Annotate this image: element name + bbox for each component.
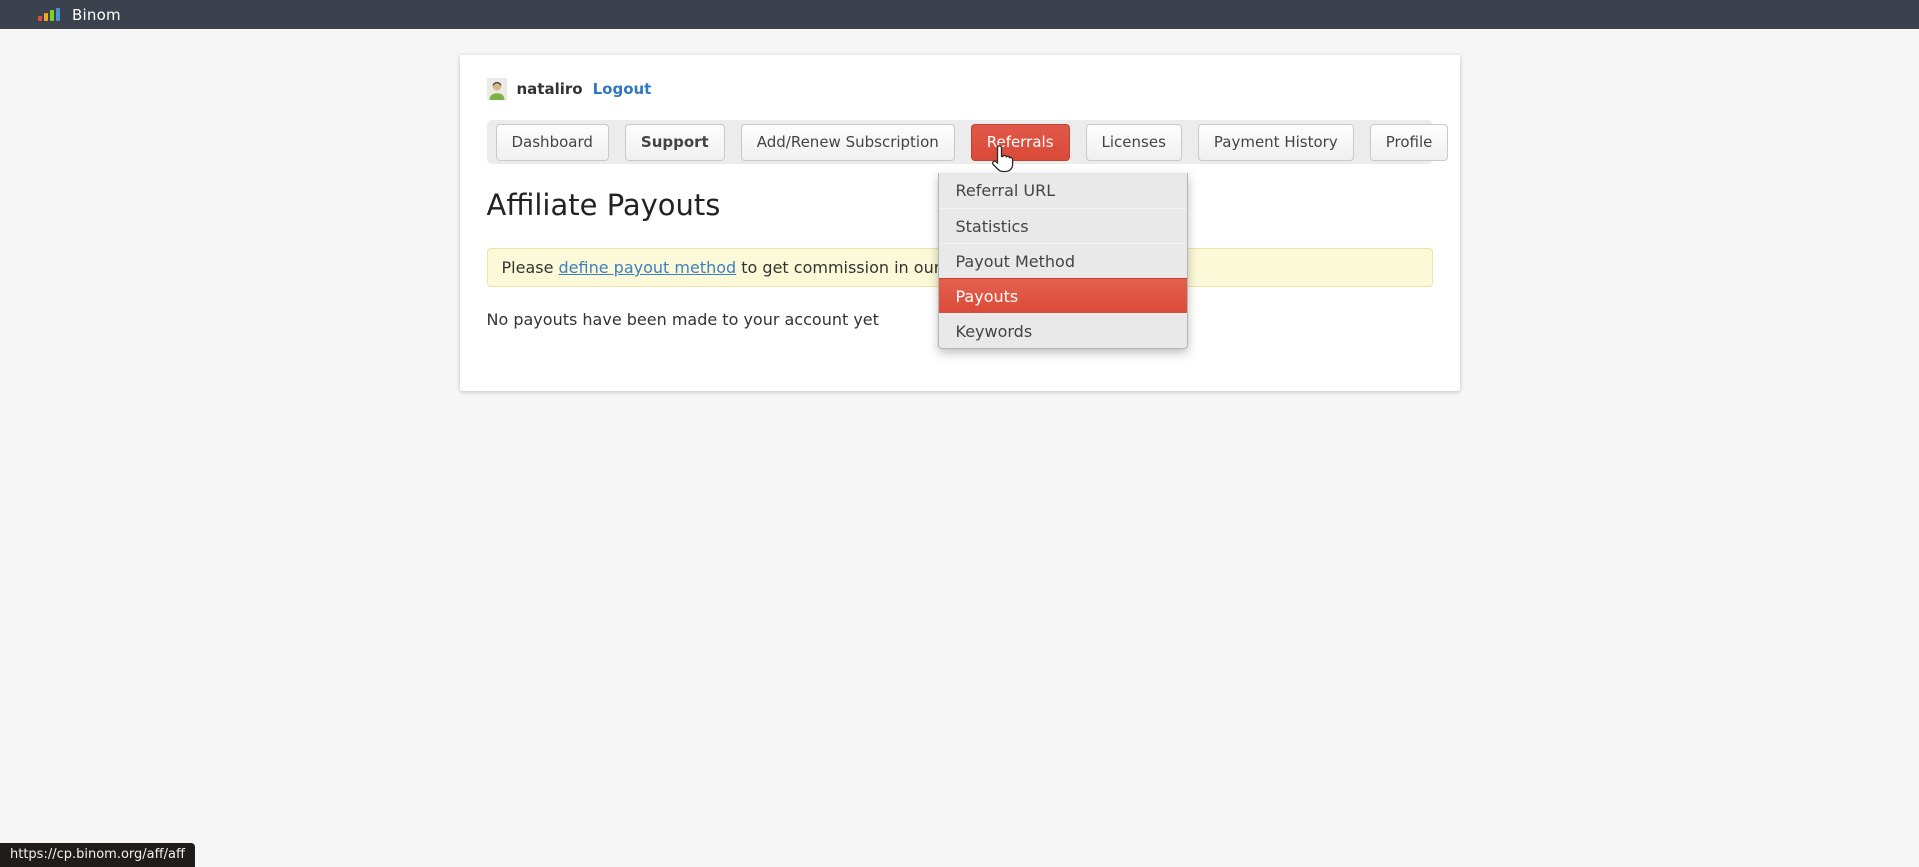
tab-profile[interactable]: Profile	[1370, 124, 1449, 161]
top-bar: Binom	[0, 0, 1919, 29]
menu-item-keywords[interactable]: Keywords	[939, 313, 1187, 348]
avatar	[487, 78, 507, 100]
bar-chart-logo-icon	[38, 8, 60, 21]
tab-add-renew-subscription[interactable]: Add/Renew Subscription	[741, 124, 955, 161]
brand-name: Binom	[72, 6, 121, 24]
brand[interactable]: Binom	[38, 6, 121, 24]
define-payout-method-link[interactable]: define payout method	[559, 258, 737, 277]
tab-referrals[interactable]: Referrals	[971, 124, 1070, 161]
tab-licenses[interactable]: Licenses	[1086, 124, 1182, 161]
tab-dashboard[interactable]: Dashboard	[496, 124, 609, 161]
user-name: nataliro	[517, 80, 583, 98]
tab-payment-history[interactable]: Payment History	[1198, 124, 1354, 161]
tab-support[interactable]: Support	[625, 124, 725, 161]
menu-item-payout-method[interactable]: Payout Method	[939, 243, 1187, 278]
menu-item-referral-url[interactable]: Referral URL	[939, 173, 1187, 208]
status-url-tooltip: https://cp.binom.org/aff/aff	[0, 843, 195, 867]
notice-text-prefix: Please	[502, 258, 559, 277]
logout-link[interactable]: Logout	[593, 80, 652, 98]
menu-item-statistics[interactable]: Statistics	[939, 208, 1187, 243]
menu-item-payouts[interactable]: Payouts	[939, 278, 1187, 313]
nav-tabbar: Dashboard Support Add/Renew Subscription…	[487, 120, 1433, 164]
user-row: nataliro Logout	[487, 78, 1433, 100]
main-card: nataliro Logout Dashboard Support Add/Re…	[460, 55, 1460, 391]
referrals-dropdown-menu: Referral URL Statistics Payout Method Pa…	[938, 173, 1188, 349]
